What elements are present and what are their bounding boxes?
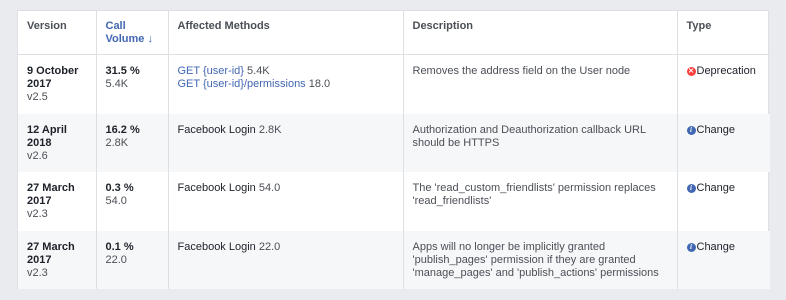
type-label: Change <box>696 182 736 194</box>
method-count: 5.4K <box>247 64 270 77</box>
version-date: 27 March 2017 <box>27 182 75 207</box>
column-header-description: Description <box>403 11 678 55</box>
column-header-affected-methods: Affected Methods <box>168 11 404 55</box>
affected-methods-cell: GET {user-id} 5.4K GET {user-id}/permiss… <box>168 54 404 114</box>
description-cell: Removes the address field on the User no… <box>403 54 678 114</box>
version-cell: 12 April 2018 v2.6 <box>18 114 97 172</box>
call-volume-count: 5.4K <box>105 77 129 90</box>
version-number: v2.6 <box>27 150 48 162</box>
call-volume-percent: 0.3 % <box>105 182 134 194</box>
affected-methods-cell: Facebook Login 54.0 <box>168 172 404 231</box>
table-row: 27 March 2017 v2.3 0.3 % 54.0 Facebook L… <box>18 172 770 231</box>
type-cell: i Change <box>677 231 770 289</box>
changes-table-panel: Version Call Volume ↓ Affected Methods De… <box>17 10 770 289</box>
version-cell: 27 March 2017 v2.3 <box>18 172 97 231</box>
method-count: 22.0 <box>258 241 281 253</box>
method-count: 54.0 <box>258 182 281 194</box>
call-volume-count: 54.0 <box>105 195 127 207</box>
version-cell: 9 October 2017 v2.5 <box>18 54 97 114</box>
call-volume-percent: 16.2 % <box>105 124 140 136</box>
version-cell: 27 March 2017 v2.3 <box>18 231 97 289</box>
method-entry: GET {user-id}/permissions 18.0 <box>178 78 394 91</box>
type-label: Change <box>696 124 736 136</box>
version-date: 12 April 2018 <box>27 124 67 149</box>
affected-methods-cell: Facebook Login 2.8K <box>168 114 404 172</box>
call-volume-percent: 0.1 % <box>105 241 134 253</box>
info-icon: i <box>686 243 696 252</box>
column-header-call-volume[interactable]: Call Volume ↓ <box>96 11 169 55</box>
call-volume-cell: 31.5 % 5.4K <box>96 54 169 114</box>
call-volume-cell: 0.1 % 22.0 <box>96 231 169 289</box>
column-header-type: Type <box>677 11 770 55</box>
method-link[interactable]: GET {user-id} <box>178 65 244 77</box>
table-row: 27 March 2017 v2.3 0.1 % 22.0 Facebook L… <box>18 231 770 289</box>
column-header-version: Version <box>18 11 97 55</box>
type-label: Change <box>696 241 736 253</box>
version-number: v2.3 <box>27 267 48 279</box>
affected-methods-cell: Facebook Login 22.0 <box>168 231 404 289</box>
method-name: Facebook Login <box>177 241 256 253</box>
method-count: 2.8K <box>258 124 282 136</box>
x-circle-icon: ✕ <box>686 66 696 76</box>
table-row: 12 April 2018 v2.6 16.2 % 2.8K Facebook … <box>18 114 770 172</box>
method-name: Facebook Login <box>177 182 256 194</box>
method-count: 18.0 <box>308 77 331 90</box>
call-volume-cell: 16.2 % 2.8K <box>96 114 169 172</box>
version-number: v2.5 <box>27 90 48 103</box>
method-entry: GET {user-id} 5.4K <box>178 65 394 78</box>
type-cell: ✕ Deprecation <box>677 54 770 114</box>
type-cell: i Change <box>677 172 770 231</box>
version-number: v2.3 <box>27 208 48 220</box>
call-volume-count: 2.8K <box>105 137 129 149</box>
type-label: Deprecation <box>696 64 756 77</box>
call-volume-count: 22.0 <box>105 254 127 266</box>
type-cell: i Change <box>677 114 770 172</box>
info-icon: i <box>686 184 696 193</box>
table-row: 9 October 2017 v2.5 31.5 % 5.4K GET {use… <box>18 54 770 114</box>
changes-table: Version Call Volume ↓ Affected Methods De… <box>18 11 770 289</box>
method-entry: Facebook Login 22.0 <box>178 241 394 254</box>
table-header-row: Version Call Volume ↓ Affected Methods De… <box>18 11 770 55</box>
version-date: 9 October 2017 <box>27 64 79 90</box>
method-entry: Facebook Login 54.0 <box>178 182 394 195</box>
description-cell: Authorization and Deauthorization callba… <box>403 114 678 172</box>
info-icon: i <box>686 126 696 135</box>
call-volume-percent: 31.5 % <box>105 64 140 77</box>
method-link[interactable]: GET {user-id}/permissions <box>178 78 306 90</box>
description-cell: Apps will no longer be implicitly grante… <box>403 231 678 289</box>
version-date: 27 March 2017 <box>27 241 75 266</box>
description-cell: The 'read_custom_friendlists' permission… <box>403 172 678 231</box>
call-volume-cell: 0.3 % 54.0 <box>96 172 169 231</box>
method-entry: Facebook Login 2.8K <box>178 124 394 137</box>
method-name: Facebook Login <box>177 124 256 136</box>
